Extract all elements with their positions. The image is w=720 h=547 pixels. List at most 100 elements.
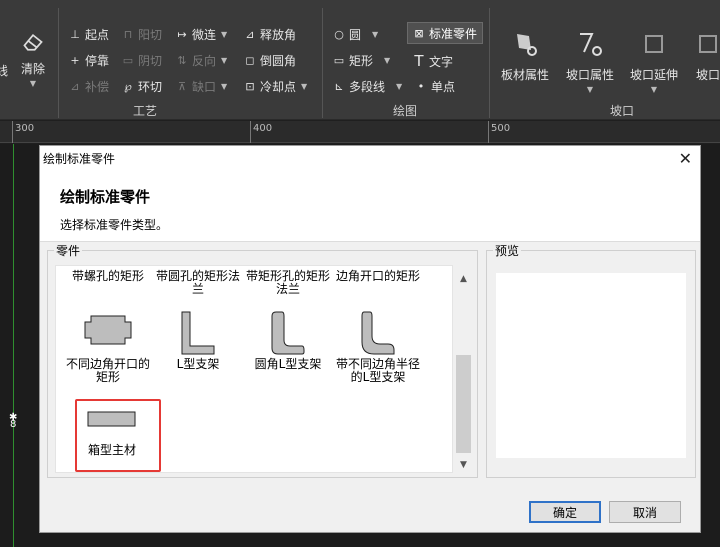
scroll-thumb[interactable] [456,355,471,453]
ruler-tick [488,121,489,143]
circle-label: 圆 [349,28,362,42]
fillet-icon: ◻ [245,54,255,67]
part-item[interactable]: 边角开口的矩形 [332,270,424,283]
reverse-label: 反向 [192,54,217,68]
dialog-subtitle: 选择标准零件类型。 [60,218,169,232]
compensation-label: 补偿 [85,80,110,94]
partial-button[interactable]: 线 [0,34,8,79]
start-point-button[interactable]: ⊥ 起点 [68,26,109,43]
ruler-tick-label: 500 [491,123,511,134]
cooling-point-button[interactable]: ⊡ 冷却点 ▼ [243,78,307,95]
selection-highlight [75,399,161,472]
bevel-partial-icon [699,35,717,53]
plate-gear-icon [517,34,537,56]
positive-cut-label: 阳切 [138,28,163,42]
ruler-tick-label: 300 [15,123,35,134]
parts-group: 零件 带螺孔的矩形 带圆孔的矩形法兰 带矩形孔的矩形法兰 边角开口的矩形 不同边… [47,242,478,478]
micro-joint-label: 微连 [192,28,217,42]
circle-button[interactable]: ○ 圆 ▼ [332,26,378,43]
plate-properties-label: 板材属性 [501,68,550,82]
parts-list[interactable]: 带螺孔的矩形 带圆孔的矩形法兰 带矩形孔的矩形法兰 边角开口的矩形 不同边角开口… [55,265,453,473]
bevel-extend-icon [645,35,663,53]
dialog-heading: 绘制标准零件 [60,188,151,206]
release-angle-button[interactable]: ⊿ 释放角 [243,26,296,43]
cancel-button[interactable]: 取消 [609,501,681,523]
dock-button[interactable]: + 停靠 [68,52,109,69]
bevel-gear-icon [580,33,602,56]
text-button[interactable]: T 文字 [412,52,453,70]
variable-radius-l-bracket-icon [361,311,395,355]
polyline-button[interactable]: ⊾ 多段线 ▼ [332,78,402,95]
cross-icon: + [70,54,80,67]
group-label-draw: 绘图 [393,104,418,118]
micro-joint-button[interactable]: ↦ 微连 ▼ [175,26,227,43]
part-item[interactable]: 带矩形孔的矩形法兰 [242,270,334,296]
bevel-properties-button[interactable]: 坡口属性 ▼ [566,30,614,94]
single-point-button[interactable]: • 单点 [414,78,455,95]
chevron-down-icon: ▼ [221,82,228,91]
group-label-bevel: 坡口 [610,104,635,118]
part-item[interactable]: 带不同边角半径的L型支架 [332,310,424,384]
dialog-titlebar[interactable]: 绘制标准零件 [40,146,700,170]
positive-cut-icon: ⊓ [123,28,133,41]
scroll-down-icon[interactable]: ▼ [455,457,472,473]
negative-cut-icon: ▭ [122,54,134,67]
rectangle-button[interactable]: ▭ 矩形 ▼ [332,52,390,69]
close-icon[interactable]: ✕ [679,149,692,168]
origin-label: 8 [10,419,17,430]
reverse-button[interactable]: ⇅ 反向 ▼ [175,52,227,69]
part-item[interactable]: L型支架 [152,310,244,371]
l-bracket-icon [181,311,215,355]
separator [489,8,490,118]
bevel-extend-label: 坡口延伸 [630,68,679,82]
compensation-button[interactable]: ⊿ 补偿 [68,78,109,95]
standard-part-button[interactable]: ⊠ 标准零件 [407,22,483,44]
chevron-down-icon: ▼ [221,56,228,65]
eraser-icon [23,33,43,51]
loop-cut-button[interactable]: ℘ 环切 [121,78,162,95]
chevron-down-icon: ▼ [372,30,379,39]
positive-cut-button[interactable]: ⊓ 阳切 [121,26,162,43]
horizontal-ruler: 300 400 500 [0,121,720,143]
point-icon: • [417,80,425,93]
part-item[interactable]: 不同边角开口的矩形 [62,312,154,384]
clear-button[interactable]: 清除 ▼ [20,30,46,88]
negative-cut-button[interactable]: ▭ 阴切 [121,52,162,69]
ruler-tick [12,121,13,143]
ok-button[interactable]: 确定 [529,501,601,523]
bevel-extend-button[interactable]: 坡口延伸 ▼ [630,30,678,94]
text-icon: T [414,52,424,70]
parts-scrollbar[interactable]: ▲ ▼ [455,265,472,473]
chevron-down-icon: ▼ [301,82,308,91]
part-item[interactable]: 带螺孔的矩形 [62,270,154,283]
chevron-down-icon: ▼ [650,85,658,94]
fillet-label: 倒圆角 [260,54,297,68]
fillet-button[interactable]: ◻ 倒圆角 [243,52,296,69]
part-item[interactable]: 带圆孔的矩形法兰 [152,270,244,296]
polyline-icon: ⊾ [334,80,344,93]
cooling-point-icon: ⊡ [245,80,255,93]
rounded-l-bracket-icon [271,311,305,355]
separator [58,8,59,118]
clear-label: 清除 [20,62,45,76]
parts-group-label: 零件 [54,242,83,259]
partial-label: 线 [0,64,9,78]
part-label: 带螺孔的矩形 [71,269,144,283]
dock-label: 停靠 [85,54,110,68]
part-item[interactable]: 圆角L型支架 [242,310,334,371]
bevel-partial-button[interactable]: 坡口 [694,30,720,83]
standard-part-dialog: 绘制标准零件 ✕ 绘制标准零件 选择标准零件类型。 零件 带螺孔的矩形 带圆孔的… [39,145,701,533]
loop-cut-label: 环切 [138,80,163,94]
notch-button[interactable]: ⊼ 缺口 ▼ [175,78,227,95]
compensation-icon: ⊿ [70,80,80,93]
cooling-point-label: 冷却点 [260,80,297,94]
y-axis-line [13,144,14,547]
preview-area [496,273,686,458]
bevel-partial-label: 坡口 [695,68,720,82]
bevel-properties-label: 坡口属性 [566,68,615,82]
corner-notch-rect-icon [84,315,132,345]
rectangle-icon: ▭ [333,54,345,67]
plate-properties-button[interactable]: 板材属性 [501,30,549,83]
scroll-up-icon[interactable]: ▲ [455,271,472,287]
part-label: 带矩形孔的矩形法兰 [245,269,330,296]
